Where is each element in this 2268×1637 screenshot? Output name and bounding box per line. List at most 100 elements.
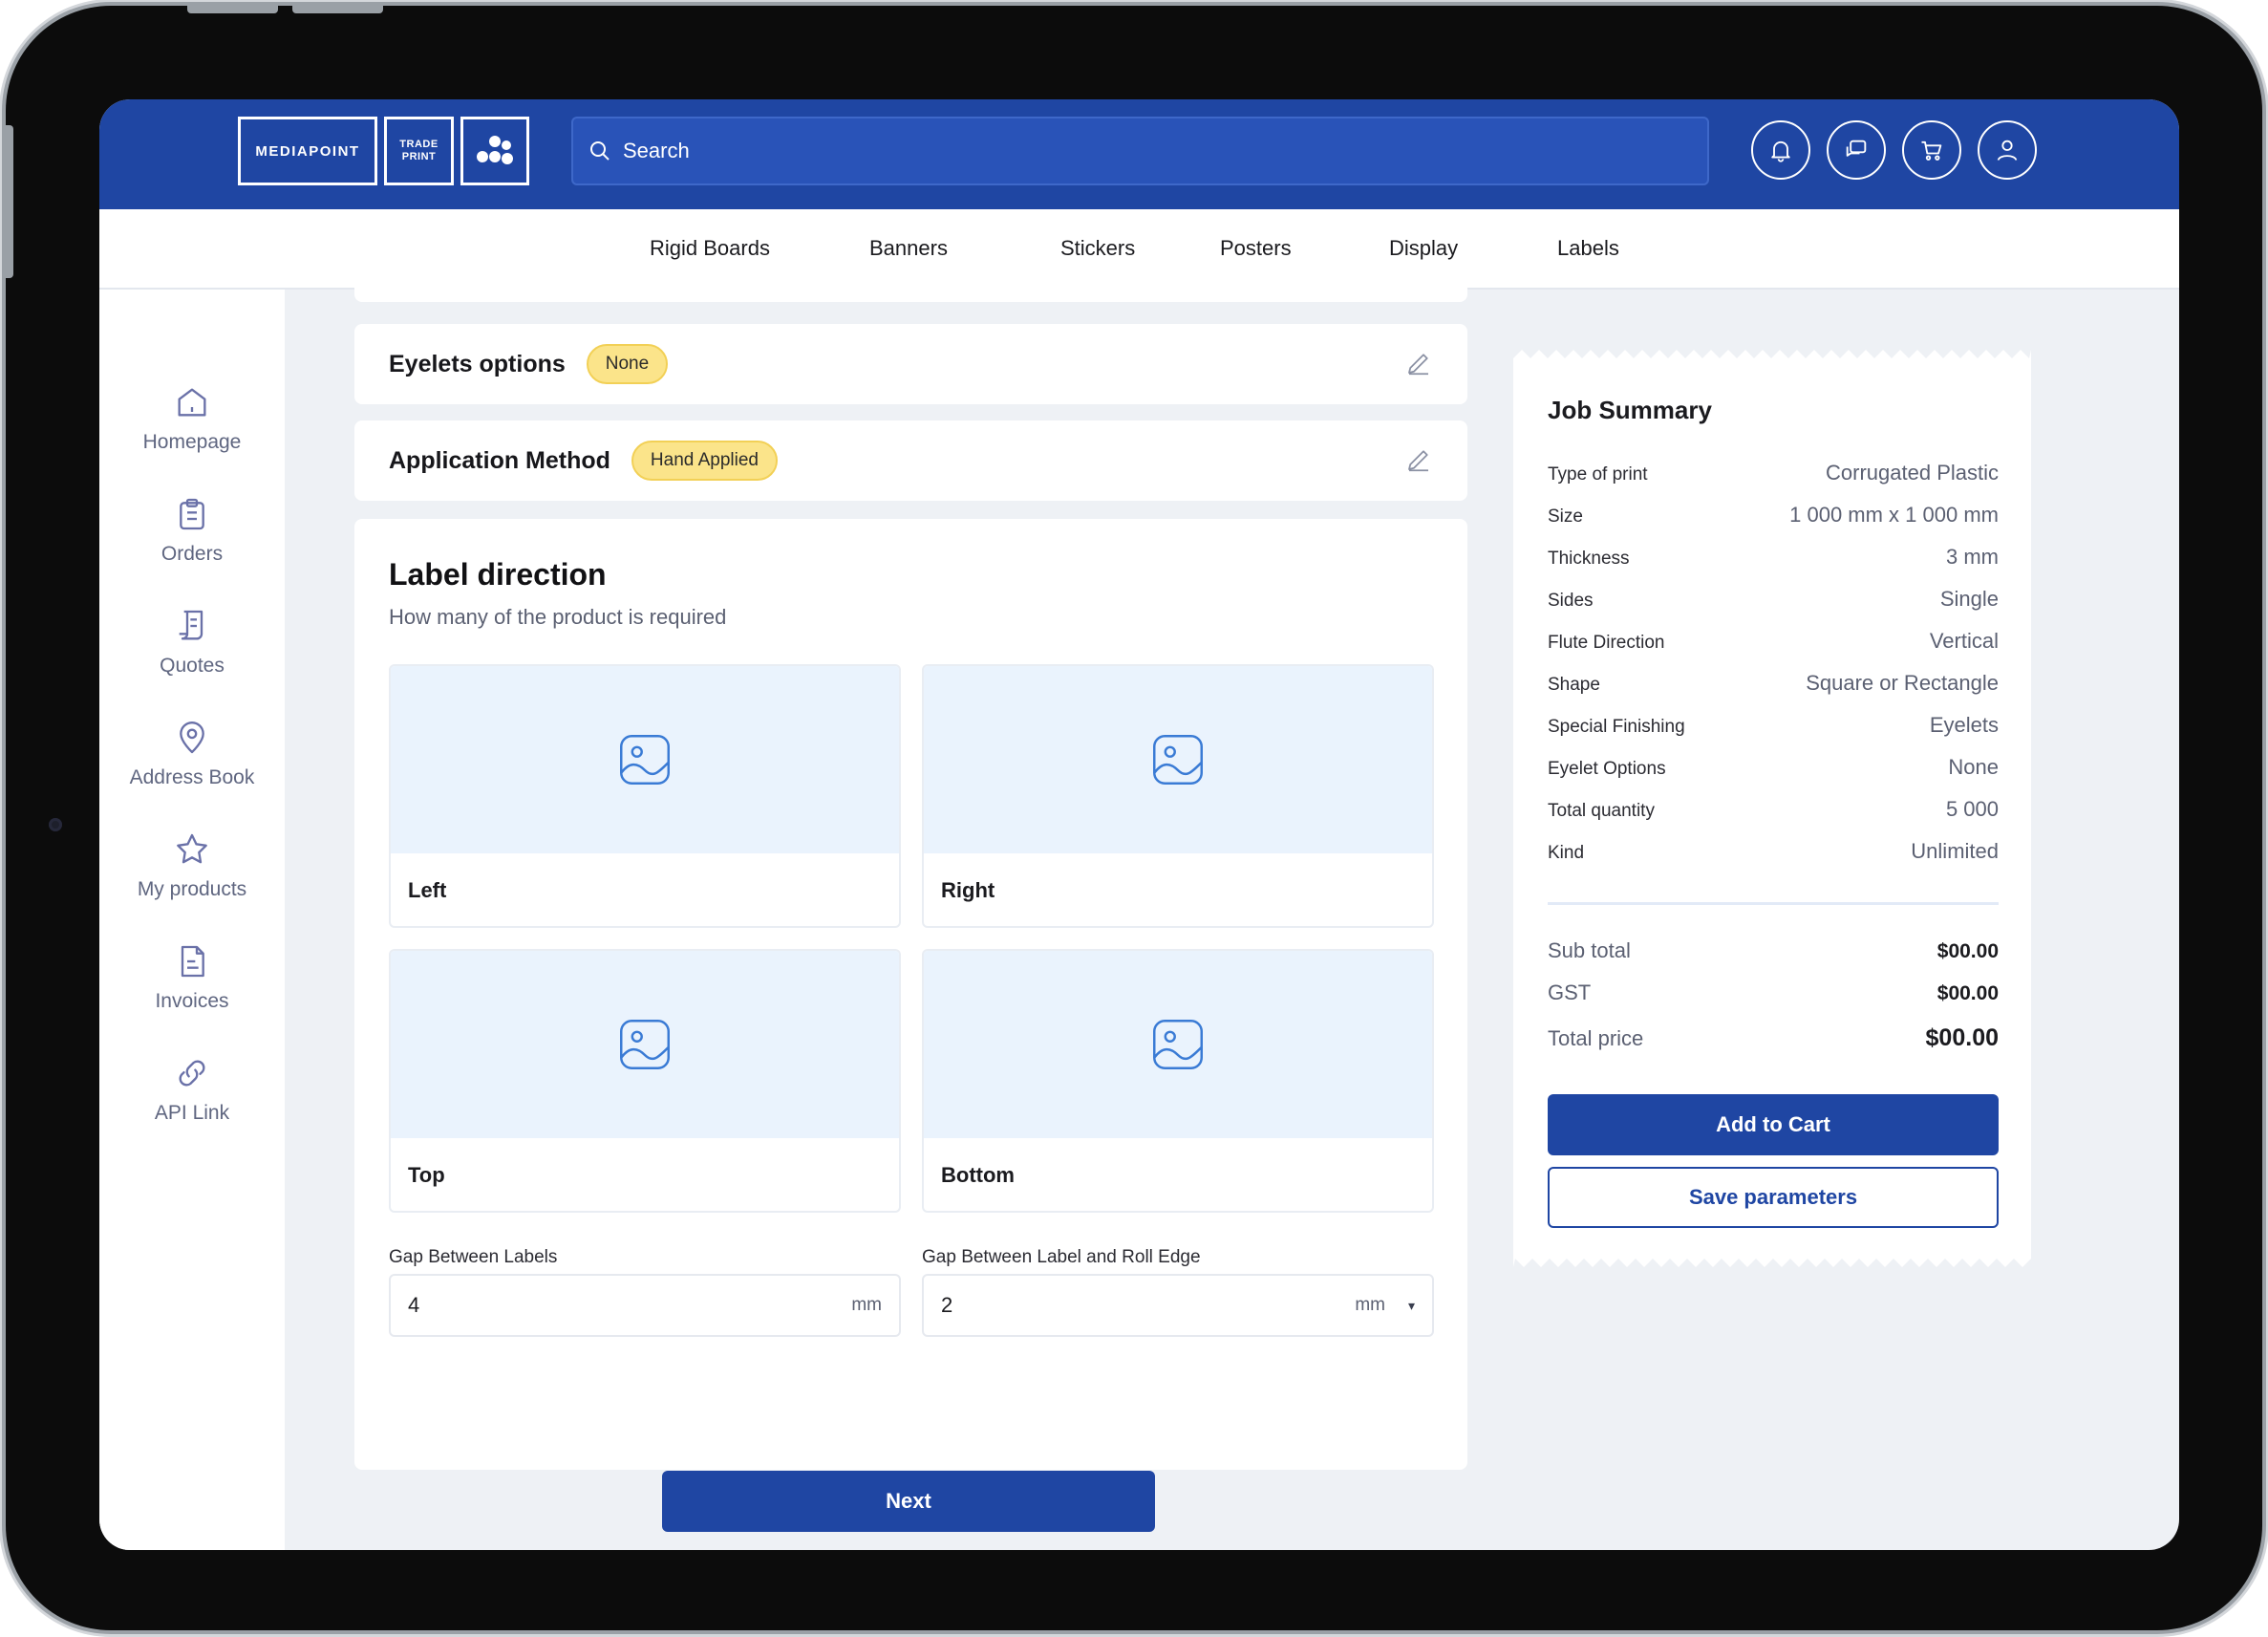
direction-option-top[interactable]: Top (389, 949, 901, 1213)
summary-key: Type of print (1548, 464, 1648, 485)
eyelets-options-title: Eyelets options (389, 350, 566, 377)
tablet-frame: MEDIAPOINT TRADE PRINT Search Rigid Boar… (6, 6, 2262, 1630)
image-placeholder (391, 666, 899, 853)
summary-row: Sides Single (1548, 587, 1999, 612)
gap-between-labels-label: Gap Between Labels (389, 1247, 558, 1267)
next-button[interactable]: Next (662, 1471, 1155, 1532)
direction-option-left[interactable]: Left (389, 664, 901, 928)
logo-trade-line1: TRADE (399, 139, 439, 150)
logo-mediapoint[interactable]: MEDIAPOINT (238, 117, 377, 185)
summary-key: Thickness (1548, 549, 1630, 569)
power-button (292, 6, 383, 13)
eyelets-options-badge: None (586, 344, 669, 384)
front-camera (49, 818, 62, 831)
summary-value: 5 000 (1945, 797, 1999, 821)
application-method-badge: Hand Applied (631, 441, 778, 481)
add-to-cart-button[interactable]: Add to Cart (1548, 1094, 1999, 1155)
label-direction-card: Label direction How many of the product … (354, 519, 1467, 1532)
nav-stickers[interactable]: Stickers (1060, 236, 1135, 261)
summary-key: Flute Direction (1548, 633, 1665, 653)
gap-roll-edge-value: 2 (941, 1293, 953, 1317)
unit-select[interactable]: mm (1355, 1295, 1385, 1316)
logo-dots-icon (460, 117, 529, 185)
nav-rigid-boards[interactable]: Rigid Boards (650, 236, 770, 261)
search-input[interactable]: Search (571, 117, 1709, 185)
summary-row: Total quantity 5 000 (1548, 797, 1999, 822)
summary-value: Vertical (1929, 629, 1999, 653)
summary-divider (1548, 902, 1999, 905)
nav-display[interactable]: Display (1389, 236, 1458, 261)
category-nav: Rigid Boards Banners Stickers Posters Di… (99, 209, 2179, 290)
summary-row: Special Finishing Eyelets (1548, 713, 1999, 738)
edit-pencil-icon[interactable] (1404, 445, 1433, 479)
location-pin-icon (180, 722, 204, 754)
summary-key: Kind (1548, 843, 1585, 863)
sidebar-item-orders[interactable]: Orders (99, 495, 285, 566)
sidebar: Homepage Orders Quotes Address Book My p… (99, 290, 285, 1550)
image-placeholder (391, 951, 899, 1138)
chevron-down-icon[interactable]: ▾ (1408, 1298, 1415, 1314)
nav-banners[interactable]: Banners (869, 236, 948, 261)
summary-key: Size (1548, 506, 1583, 527)
search-icon (590, 141, 610, 161)
nav-posters[interactable]: Posters (1220, 236, 1292, 261)
bell-icon[interactable] (1751, 120, 1810, 180)
sidebar-item-api-link[interactable]: API Link (99, 1054, 285, 1125)
summary-key: Sides (1548, 591, 1594, 611)
subtotal-label: Sub total (1548, 938, 1631, 962)
job-summary-panel: Job Summary Type of print Corrugated Pla… (1513, 350, 2031, 1267)
logo-trade-line2: PRINT (401, 151, 437, 162)
sidebar-item-label: My products (137, 878, 247, 900)
image-icon (620, 1020, 670, 1069)
direction-option-right[interactable]: Right (922, 664, 1434, 928)
total-label: Total price (1548, 1026, 1644, 1050)
sidebar-item-quotes[interactable]: Quotes (99, 607, 285, 678)
save-parameters-button[interactable]: Save parameters (1548, 1167, 1999, 1228)
collapsed-section (354, 285, 1467, 302)
job-summary-title: Job Summary (1548, 396, 1712, 424)
summary-key: Shape (1548, 675, 1600, 695)
image-icon (1153, 735, 1203, 785)
summary-row: Kind Unlimited (1548, 839, 1999, 864)
total-value: $00.00 (1925, 1024, 1999, 1051)
direction-option-label: Bottom (941, 1163, 1015, 1187)
volume-button (187, 6, 278, 13)
summary-value: Single (1939, 587, 1999, 611)
sidebar-item-address-book[interactable]: Address Book (99, 719, 285, 789)
subtotal-value: $00.00 (1936, 940, 1999, 962)
edit-pencil-icon[interactable] (1404, 349, 1433, 382)
logo-text: MEDIAPOINT (255, 142, 360, 160)
gap-roll-edge-label: Gap Between Label and Roll Edge (922, 1247, 1201, 1267)
top-bar: MEDIAPOINT TRADE PRINT Search (99, 99, 2179, 209)
gst-label: GST (1548, 980, 1592, 1004)
cart-icon[interactable] (1902, 120, 1961, 180)
image-placeholder (924, 951, 1432, 1138)
gst-row: GST $00.00 (1548, 980, 1999, 1005)
chat-icon[interactable] (1827, 120, 1886, 180)
nav-labels[interactable]: Labels (1557, 236, 1619, 261)
image-icon (1153, 1020, 1203, 1069)
summary-value: None (1948, 755, 1999, 779)
home-icon (178, 388, 206, 417)
summary-row: Size 1 000 mm x 1 000 mm (1548, 503, 1999, 528)
eyelets-options-row[interactable]: Eyelets options None (354, 324, 1467, 404)
gap-between-labels-value: 4 (408, 1293, 420, 1317)
subtotal-row: Sub total $00.00 (1548, 938, 1999, 963)
user-icon[interactable] (1978, 120, 2037, 180)
sidebar-item-invoices[interactable]: Invoices (99, 942, 285, 1013)
side-button (6, 125, 13, 278)
link-icon (179, 1060, 205, 1087)
image-icon (620, 735, 670, 785)
gap-roll-edge-input[interactable]: 2 mm ▾ (922, 1274, 1434, 1337)
sidebar-item-label: Orders (160, 543, 224, 565)
label-direction-title: Label direction (389, 557, 607, 592)
direction-option-bottom[interactable]: Bottom (922, 949, 1434, 1213)
sidebar-item-my-products[interactable]: My products (99, 830, 285, 901)
sidebar-item-homepage[interactable]: Homepage (99, 383, 285, 454)
application-method-row[interactable]: Application Method Hand Applied (354, 420, 1467, 501)
gap-between-labels-input[interactable]: 4 mm (389, 1274, 901, 1337)
sidebar-item-label: API Link (154, 1102, 230, 1124)
summary-row: Eyelet Options None (1548, 755, 1999, 780)
sidebar-item-label: Address Book (129, 766, 255, 788)
star-icon (177, 833, 207, 864)
